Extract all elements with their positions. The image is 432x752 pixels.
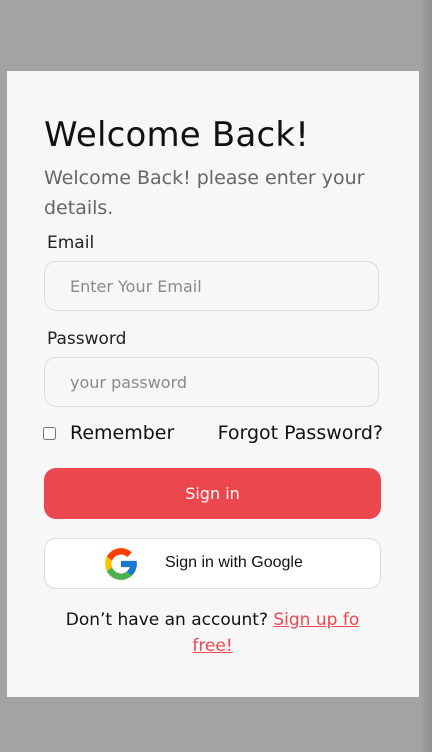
remember-row: Remember Forgot Password? (43, 422, 383, 446)
google-sign-in-label: Sign in with Google (165, 554, 303, 571)
remember-checkbox[interactable] (43, 427, 56, 440)
remember-label: Remember (70, 422, 175, 444)
subtitle: Welcome Back! please enter your details. (44, 167, 365, 219)
scrollbar-edge (420, 0, 432, 752)
email-field[interactable] (44, 261, 379, 311)
google-sign-in-button[interactable]: Sign in with Google (44, 538, 381, 589)
login-card: Welcome Back! Welcome Back! please enter… (7, 71, 419, 697)
email-label: Email (47, 233, 95, 253)
google-icon (105, 548, 137, 580)
signup-prompt: Don’t have an account? (65, 610, 268, 630)
password-field[interactable] (44, 357, 379, 407)
page-title: Welcome Back! (44, 115, 310, 155)
password-label: Password (47, 329, 127, 349)
forgot-password-link[interactable]: Forgot Password? (218, 422, 383, 444)
signup-prompt-line: Don’t have an account? Sign up fo free! (44, 607, 381, 659)
sign-in-button[interactable]: Sign in (44, 468, 381, 519)
